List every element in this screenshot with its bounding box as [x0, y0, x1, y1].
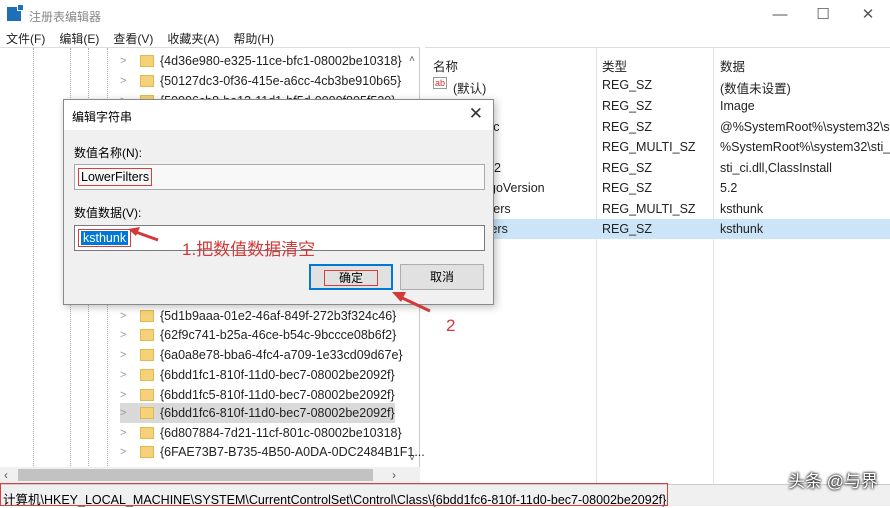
watermark: 头条 @与界 [788, 472, 878, 491]
annotation-step1: 1.把数值数据清空 [182, 240, 316, 259]
annotation-arrows [128, 227, 431, 313]
arrow-head-step2 [392, 292, 406, 302]
annotation-step2: 2 [446, 316, 456, 335]
